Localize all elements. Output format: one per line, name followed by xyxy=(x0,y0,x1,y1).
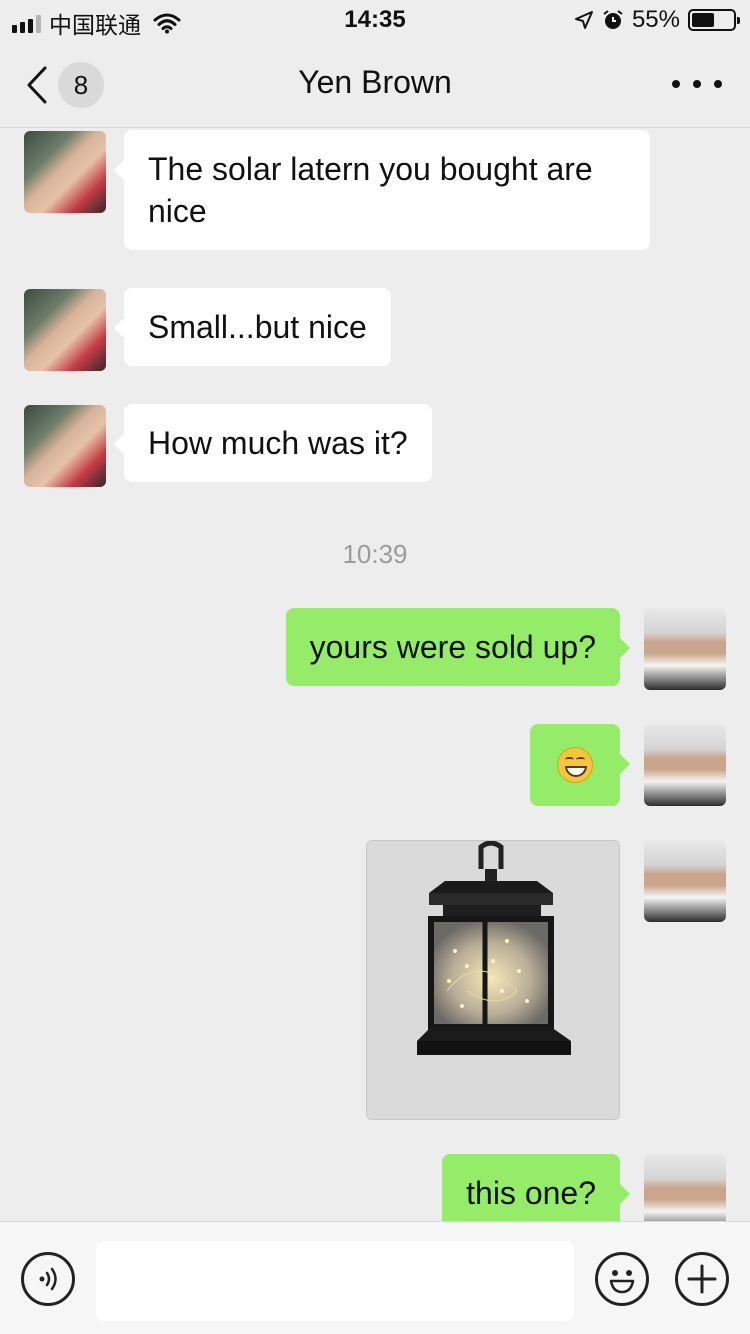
voice-button[interactable] xyxy=(21,1252,75,1306)
chat-title: Yen Brown xyxy=(298,64,452,100)
my-avatar[interactable] xyxy=(644,608,726,690)
more-functions-button[interactable] xyxy=(675,1252,729,1306)
outgoing-emoji-message[interactable] xyxy=(530,724,630,806)
battery-percent: 55% xyxy=(631,6,680,33)
dot-icon xyxy=(693,80,701,88)
incoming-message[interactable]: Small...but nice xyxy=(114,288,391,366)
contact-avatar[interactable] xyxy=(24,405,106,487)
emoji-button[interactable] xyxy=(595,1252,649,1306)
contact-avatar[interactable] xyxy=(24,289,106,371)
dot-icon xyxy=(672,80,680,88)
dot-icon xyxy=(714,80,722,88)
status-bar: 中国联通 14:35 55% xyxy=(0,0,750,40)
plus-icon xyxy=(687,1264,717,1294)
chat-messages[interactable]: The solar latern you bought are nice Sma… xyxy=(0,129,750,1221)
my-avatar[interactable] xyxy=(644,724,726,806)
my-avatar[interactable] xyxy=(644,840,726,922)
voice-icon xyxy=(39,1267,57,1291)
message-input[interactable] xyxy=(96,1241,574,1321)
location-icon xyxy=(574,11,593,29)
solar-lantern-photo[interactable] xyxy=(366,840,620,1120)
more-options-button[interactable] xyxy=(672,70,722,98)
message-timestamp: 10:39 xyxy=(342,539,408,569)
my-avatar[interactable] xyxy=(644,1154,726,1221)
battery-icon xyxy=(688,9,740,31)
input-bar xyxy=(0,1221,750,1334)
status-right: 55% xyxy=(574,6,740,34)
incoming-message[interactable]: The solar latern you bought are nice xyxy=(114,130,650,250)
battery-fill xyxy=(692,13,714,27)
incoming-message[interactable]: How much was it? xyxy=(114,404,432,482)
outgoing-message[interactable]: yours were sold up? xyxy=(285,608,631,686)
contact-avatar[interactable] xyxy=(24,131,106,213)
grinning-face-icon xyxy=(557,747,593,783)
nav-bar: 8 Yen Brown xyxy=(0,40,750,128)
outgoing-message[interactable]: this one? xyxy=(442,1154,630,1221)
alarm-icon xyxy=(603,10,623,29)
lantern-illustration xyxy=(367,841,619,1119)
emoji-icon xyxy=(609,1270,635,1294)
